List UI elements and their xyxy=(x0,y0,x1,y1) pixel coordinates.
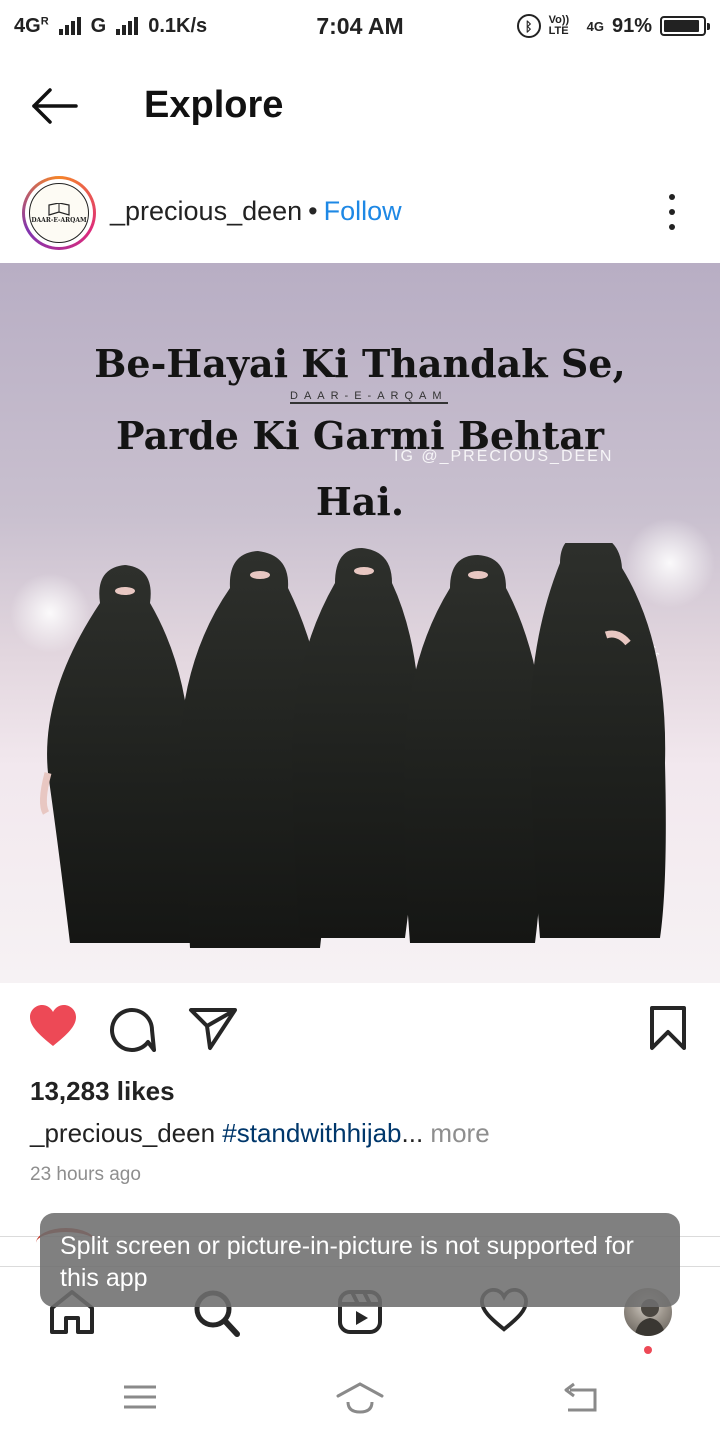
likes-count[interactable]: 13,283 likes xyxy=(30,1076,175,1107)
toast-message: Split screen or picture-in-picture is no… xyxy=(40,1213,680,1307)
status-left: 4GR G 0.1K/s xyxy=(14,15,207,38)
back-arrow-icon[interactable] xyxy=(30,86,80,126)
illustration-figures xyxy=(39,543,666,948)
battery-icon xyxy=(660,16,710,36)
post-image[interactable]: Be-Hayai Ki Thandak Se, DAAR-E-ARQAM Par… xyxy=(0,263,720,983)
caption-hashtag[interactable]: #standwithhijab xyxy=(222,1118,401,1148)
share-send-icon[interactable] xyxy=(188,1004,238,1052)
post-username[interactable]: _precious_deen xyxy=(110,196,302,226)
status-right: ᛒ Vo)) LTE 4G 91% xyxy=(516,14,710,38)
volte-label: Vo)) LTE xyxy=(548,14,570,37)
post-username-line: _precious_deen • Follow xyxy=(110,196,402,227)
status-bar: 4GR G 0.1K/s 7:04 AM ᛒ Vo)) LTE 4G 91% xyxy=(0,0,720,52)
post-avatar-inner: DAAR-E-ARQAM xyxy=(25,179,93,247)
bookmark-icon[interactable] xyxy=(648,1004,688,1052)
system-nav-bar xyxy=(0,1360,720,1440)
figure-4 xyxy=(404,555,545,943)
quote-line-3: Hai. xyxy=(315,479,405,524)
network-label-1: 4GR xyxy=(14,14,49,37)
comment-icon[interactable] xyxy=(108,1004,156,1054)
back-button-icon[interactable] xyxy=(562,1382,598,1412)
caption-more-link[interactable]: more xyxy=(430,1118,489,1148)
network-label-2: G xyxy=(90,14,107,37)
quote-line-1: Be-Hayai Ki Thandak Se, xyxy=(94,341,626,386)
page-title: Explore xyxy=(144,84,284,126)
more-options-icon[interactable] xyxy=(662,194,682,230)
post-avatar[interactable]: DAAR-E-ARQAM xyxy=(22,176,96,250)
watermark-ig: IG @_PRECIOUS_DEEN xyxy=(394,448,614,465)
figure-5 xyxy=(529,543,666,938)
post-caption: _precious_deen #standwithhijab... more xyxy=(30,1118,490,1149)
top-header: Explore xyxy=(0,70,720,146)
post-header: DAAR-E-ARQAM _precious_deen • Follow xyxy=(0,172,720,252)
menu-icon[interactable] xyxy=(122,1382,158,1412)
signal-icon-2 xyxy=(116,17,139,35)
watermark-daar: DAAR-E-ARQAM xyxy=(290,390,448,404)
avatar-brand-text: DAAR-E-ARQAM xyxy=(31,216,87,224)
post-actions xyxy=(0,1000,720,1060)
separator-dot: • xyxy=(308,196,318,226)
caption-ellipsis: ... xyxy=(401,1118,424,1148)
post-timestamp: 23 hours ago xyxy=(30,1164,141,1185)
follow-button[interactable]: Follow xyxy=(324,196,402,226)
network-speed: 0.1K/s xyxy=(148,14,208,37)
avatar-logo: DAAR-E-ARQAM xyxy=(29,183,89,243)
bluetooth-icon: ᛒ xyxy=(516,14,541,38)
figure-3 xyxy=(292,548,420,938)
home-button-icon[interactable] xyxy=(336,1382,384,1414)
network-label-3: 4G xyxy=(586,18,604,34)
notification-dot xyxy=(644,1346,652,1354)
book-icon xyxy=(48,202,70,216)
battery-percent: 91% xyxy=(611,14,652,37)
caption-username[interactable]: _precious_deen xyxy=(30,1118,215,1148)
signal-icon xyxy=(58,17,81,35)
like-heart-icon[interactable] xyxy=(28,1004,78,1050)
